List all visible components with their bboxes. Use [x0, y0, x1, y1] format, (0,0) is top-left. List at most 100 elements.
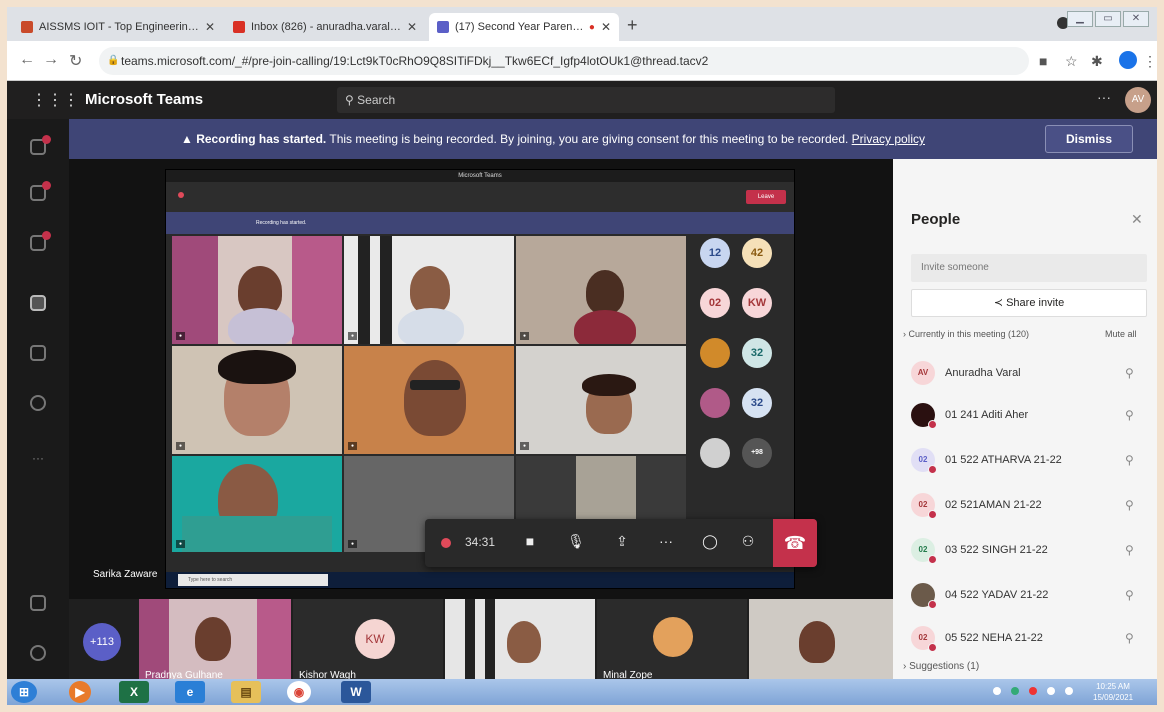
- tray-icon[interactable]: [1011, 687, 1019, 695]
- extensions-puzzle-icon[interactable]: ✱: [1091, 53, 1103, 70]
- invite-input[interactable]: Invite someone: [911, 254, 1147, 282]
- search-input[interactable]: ⚲ Search: [337, 87, 835, 113]
- avatar-initials: 02: [918, 633, 928, 642]
- video-tile: ●: [172, 236, 342, 344]
- mic-muted-icon: ⚲: [1125, 453, 1134, 467]
- participant-row[interactable]: 01 241 Aditi Aher ⚲: [911, 399, 1147, 435]
- close-icon[interactable]: ✕: [1131, 211, 1143, 228]
- volume-icon[interactable]: [1065, 687, 1073, 695]
- status-dot: [928, 510, 937, 519]
- browser-tab-aissms[interactable]: AISSMS IOIT - Top Engineering C ✕: [13, 13, 223, 41]
- participant-video: [410, 266, 450, 314]
- shared-taskbar-search: Type here to search: [178, 574, 328, 586]
- presenter-name: Sarika Zaware: [93, 569, 158, 580]
- chrome-icon[interactable]: ◉: [287, 681, 311, 703]
- close-tab-icon[interactable]: ✕: [601, 20, 611, 34]
- share-screen-icon[interactable]: ⇪: [611, 533, 633, 553]
- rail-apps[interactable]: [15, 595, 61, 614]
- minimize-button[interactable]: ▁: [1067, 11, 1093, 27]
- tile-name: ●: [520, 442, 530, 450]
- back-arrow-icon[interactable]: ←: [19, 51, 35, 69]
- start-button-icon[interactable]: ⊞: [11, 681, 37, 703]
- overflow-participants-button[interactable]: +113: [83, 623, 121, 661]
- tile-name: ●: [348, 332, 358, 340]
- rail-calls[interactable]: [15, 395, 61, 414]
- bookmark-star-icon[interactable]: ☆: [1065, 53, 1078, 70]
- more-options-icon[interactable]: ···: [1097, 89, 1111, 105]
- internet-explorer-icon[interactable]: e: [175, 681, 205, 703]
- rail-activity[interactable]: [15, 135, 61, 158]
- in-meeting-section[interactable]: › Currently in this meeting (120): [903, 329, 1029, 339]
- warning-icon: ▲: [181, 132, 197, 146]
- mute-all-button[interactable]: Mute all: [1105, 329, 1137, 339]
- camera-icon[interactable]: ■: [519, 533, 541, 553]
- participant-row[interactable]: 04 522 YADAV 21-22 ⚲: [911, 579, 1147, 615]
- mini-avatar-photo: [700, 438, 730, 468]
- browser-menu-icon[interactable]: ⋮: [1143, 53, 1157, 70]
- video-tile: ●: [344, 236, 514, 344]
- recording-banner: ▲ Recording has started. This meeting is…: [69, 119, 1157, 159]
- recording-indicator-icon: ●: [588, 21, 595, 33]
- participant-row[interactable]: 02 05 522 NEHA 21-22 ⚲: [911, 622, 1147, 658]
- tile-name: ●: [348, 442, 358, 450]
- mic-off-icon[interactable]: 🎙: [565, 533, 587, 553]
- word-icon[interactable]: W: [341, 681, 371, 703]
- participant-row[interactable]: 02 01 522 ATHARVA 21-22 ⚲: [911, 444, 1147, 480]
- close-window-button[interactable]: ✕: [1123, 11, 1149, 27]
- user-avatar[interactable]: AV: [1125, 87, 1151, 113]
- camera-permission-icon[interactable]: ■: [1039, 53, 1047, 69]
- dismiss-button[interactable]: Dismiss: [1045, 125, 1133, 153]
- url-field[interactable]: 🔒 teams.microsoft.com/_#/pre-join-callin…: [99, 47, 1029, 75]
- app-launcher-icon[interactable]: ⋮⋮⋮: [31, 90, 79, 110]
- tab-title: (17) Second Year Parents Me: [455, 21, 585, 33]
- rail-more[interactable]: ···: [15, 451, 61, 465]
- rail-calendar[interactable]: [15, 295, 61, 314]
- reload-icon[interactable]: ↻: [69, 51, 82, 71]
- recording-title: Recording has started.: [196, 132, 327, 146]
- chat-icon[interactable]: ◯: [699, 533, 721, 553]
- window-controls: ▁ ▭ ✕: [1067, 11, 1149, 27]
- media-player-icon[interactable]: ▶: [69, 681, 91, 703]
- video-tile: ●: [516, 346, 686, 454]
- share-invite-button[interactable]: ≺ Share invite: [911, 289, 1147, 317]
- teams-header: ⋮⋮⋮ Microsoft Teams ⚲ Search ··· AV: [7, 81, 1157, 119]
- status-dot: [928, 555, 937, 564]
- network-icon[interactable]: [1047, 687, 1055, 695]
- more-actions-icon[interactable]: ···: [655, 533, 677, 553]
- hang-up-button[interactable]: ☎: [773, 519, 817, 567]
- rail-assignments[interactable]: [15, 345, 61, 364]
- browser-tab-inbox[interactable]: Inbox (826) - anuradha.varal@ai ✕: [225, 13, 425, 41]
- profile-avatar[interactable]: [1119, 51, 1137, 69]
- tray-icon[interactable]: [993, 687, 1001, 695]
- status-dot: [928, 643, 937, 652]
- forward-arrow-icon[interactable]: →: [43, 51, 59, 69]
- close-tab-icon[interactable]: ✕: [205, 20, 215, 34]
- rail-chat[interactable]: [15, 181, 61, 204]
- tray-icon[interactable]: [1029, 687, 1037, 695]
- file-explorer-icon[interactable]: ▤: [231, 681, 261, 703]
- browser-tab-teams[interactable]: (17) Second Year Parents Me ● ✕: [429, 13, 619, 41]
- rail-help[interactable]: [15, 645, 61, 664]
- close-tab-icon[interactable]: ✕: [407, 20, 417, 34]
- privacy-policy-link[interactable]: Privacy policy: [852, 132, 925, 146]
- share-invite-label: Share invite: [1006, 297, 1065, 309]
- system-clock[interactable]: 10:25 AM 15/09/2021: [1093, 681, 1133, 703]
- avatar: [911, 403, 937, 429]
- initials-avatar: KW: [355, 619, 395, 659]
- maximize-button[interactable]: ▭: [1095, 11, 1121, 27]
- avatar: [911, 583, 937, 609]
- participant-body: [574, 310, 636, 344]
- in-meeting-label: Currently in this meeting (120): [908, 329, 1030, 339]
- participant-row[interactable]: 02 02 521AMAN 21-22 ⚲: [911, 489, 1147, 525]
- apps-icon: [30, 595, 46, 611]
- participants-icon[interactable]: ⚇: [737, 533, 759, 553]
- tile-name: ●: [348, 540, 358, 548]
- avatar-initials: 02: [918, 500, 928, 509]
- participant-row[interactable]: 02 03 522 SINGH 21-22 ⚲: [911, 534, 1147, 570]
- mini-avatar: 42: [742, 238, 772, 268]
- participant-row[interactable]: AV Anuradha Varal ⚲: [911, 357, 1147, 393]
- suggestions-section[interactable]: › Suggestions (1): [903, 661, 979, 672]
- new-tab-button[interactable]: +: [627, 15, 638, 36]
- excel-icon[interactable]: X: [119, 681, 149, 703]
- rail-teams[interactable]: [15, 231, 61, 254]
